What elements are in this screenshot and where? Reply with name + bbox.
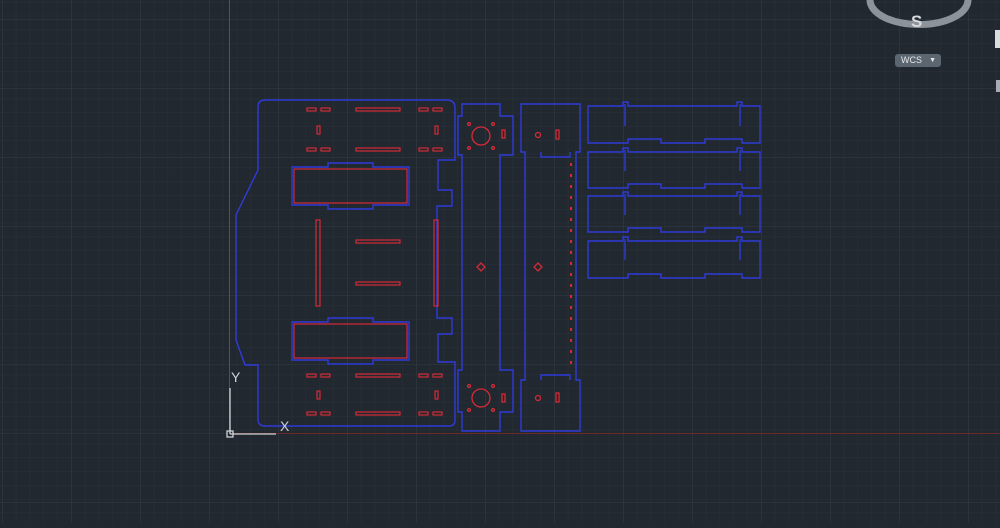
coordinate-system-label: WCS [901,55,922,65]
compass-direction-label[interactable]: S [911,12,922,32]
drawing-canvas[interactable] [0,0,1000,523]
coordinate-system-dropdown[interactable]: WCS ▼ [895,54,941,67]
ucs-y-label: Y [231,369,241,385]
ucs-x-label: X [280,418,290,434]
chevron-down-icon: ▼ [929,57,936,64]
model-space[interactable] [0,0,1000,523]
